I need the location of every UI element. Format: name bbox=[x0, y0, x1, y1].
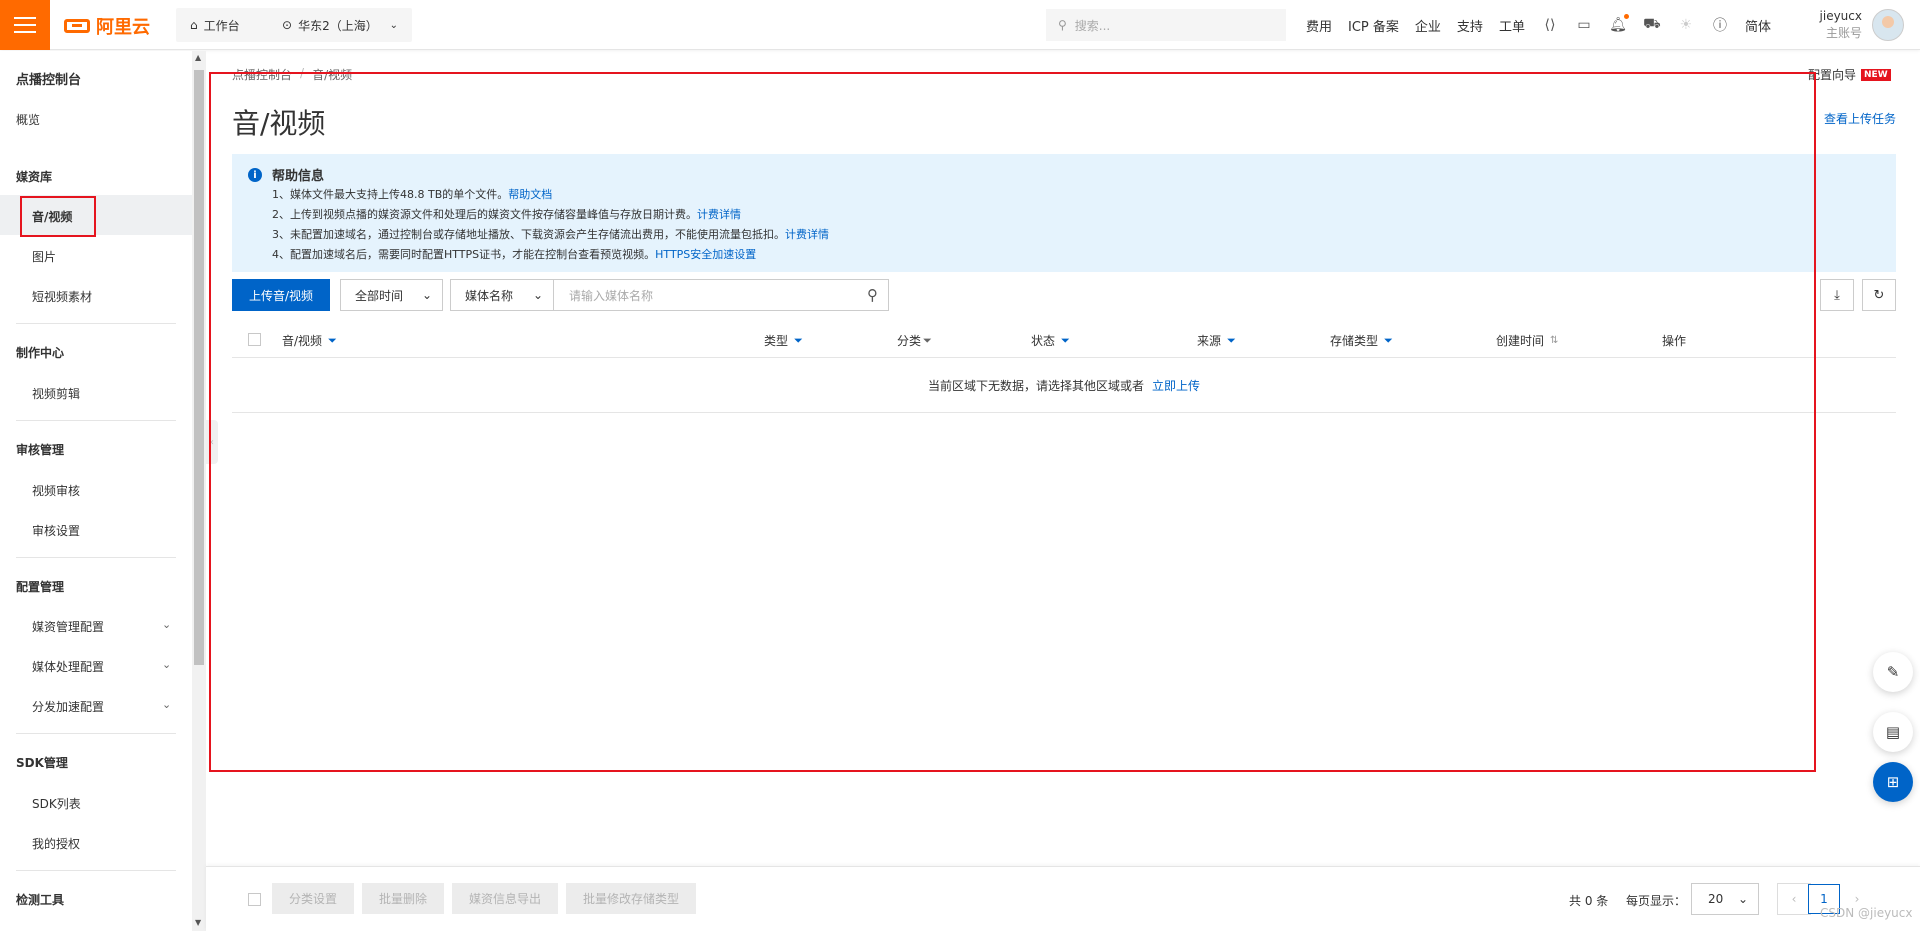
cart-icon[interactable]: ⛟ bbox=[1643, 16, 1661, 34]
user-role: 主账号 bbox=[1825, 26, 1862, 40]
batch-delete-button[interactable]: 批量删除 bbox=[362, 883, 444, 914]
chevron-down-icon[interactable]: ⌄ bbox=[162, 658, 172, 671]
per-page-label: 每页显示： bbox=[1626, 894, 1687, 908]
sidebar-section-production: 制作中心 bbox=[16, 346, 65, 360]
global-search-input[interactable]: ⚲ 搜索... bbox=[1046, 9, 1286, 41]
chat-icon[interactable]: ▤ bbox=[1873, 712, 1913, 752]
notification-dot bbox=[1623, 14, 1629, 19]
sidebar-item-processing-config[interactable]: 媒体处理配置 bbox=[32, 658, 104, 675]
sidebar-item-my-auth[interactable]: 我的授权 bbox=[32, 835, 80, 852]
scroll-up-icon[interactable]: ▲ bbox=[195, 53, 201, 62]
sidebar-scrollbar-thumb[interactable] bbox=[194, 70, 204, 665]
nav-link-enterprise[interactable]: 企业 bbox=[1415, 16, 1441, 35]
view-upload-tasks-link[interactable]: 查看上传任务 bbox=[1824, 110, 1896, 127]
workbench-button[interactable]: ⌂ 工作台 bbox=[176, 8, 274, 42]
nav-link-ticket[interactable]: 工单 bbox=[1499, 16, 1525, 35]
sidebar-section-tools: 检测工具 bbox=[16, 893, 65, 907]
nav-link-billing[interactable]: 费用 bbox=[1306, 16, 1332, 35]
search-icon: ⚲ bbox=[1058, 18, 1067, 32]
home-icon: ⌂ bbox=[190, 18, 198, 32]
sidebar-item-video-review[interactable]: 视频审核 bbox=[32, 482, 80, 499]
aliyun-logo[interactable]: 阿里云 bbox=[64, 13, 150, 39]
sidebar-divider bbox=[16, 420, 176, 421]
sidebar-item-media-config[interactable]: 媒资管理配置 bbox=[32, 618, 104, 635]
export-media-info-button[interactable]: 媒资信息导出 bbox=[452, 883, 558, 914]
sidebar-item-sdk-list[interactable]: SDK列表 bbox=[32, 795, 81, 812]
sidebar-section-review: 审核管理 bbox=[16, 443, 65, 457]
batch-change-storage-button[interactable]: 批量修改存储类型 bbox=[566, 883, 696, 914]
edit-icon[interactable]: ✎ bbox=[1873, 652, 1913, 692]
location-icon: ⊙ bbox=[282, 18, 293, 32]
top-nav-links: 费用 ICP 备案 企业 支持 工单 ⟨⟩ ▭ 🔔︎ ⛟ ☀ ⓘ 简体 bbox=[1306, 0, 1771, 50]
annotation-highlight-box bbox=[20, 196, 96, 237]
search-placeholder: 搜索... bbox=[1074, 18, 1111, 33]
sidebar-divider bbox=[16, 323, 176, 324]
sidebar-item-short-video[interactable]: 短视频素材 bbox=[32, 288, 92, 305]
refresh-icon[interactable]: ↻ bbox=[1862, 279, 1896, 311]
sidebar-item-cdn-config[interactable]: 分发加速配置 bbox=[32, 698, 104, 715]
sidebar-divider bbox=[16, 870, 176, 871]
terminal-icon[interactable]: ▭ bbox=[1575, 16, 1593, 34]
logo-mark-icon bbox=[64, 19, 90, 33]
user-info[interactable]: jieyucx 主账号 bbox=[1820, 8, 1862, 42]
new-badge: NEW bbox=[1861, 68, 1891, 81]
chevron-down-icon[interactable]: ⌄ bbox=[162, 698, 172, 711]
total-count: 共 0 条 bbox=[1569, 894, 1609, 908]
bell-icon[interactable]: 🔔︎ bbox=[1609, 14, 1629, 34]
language-switch[interactable]: 简体 bbox=[1745, 16, 1771, 35]
top-navigation-bar: 阿里云 ⌂ 工作台 ⊙ 华东2（上海） ⌄ ⚲ 搜索... 费用 ICP 备案 … bbox=[0, 0, 1920, 50]
chevron-down-icon[interactable]: ⌄ bbox=[162, 618, 172, 631]
avatar[interactable] bbox=[1872, 9, 1904, 41]
chevron-down-icon: ⌄ bbox=[389, 19, 398, 31]
annotation-highlight-box bbox=[209, 72, 1816, 772]
sidebar-item-video-edit[interactable]: 视频剪辑 bbox=[32, 385, 80, 402]
region-label: 华东2（上海） bbox=[298, 18, 378, 33]
logo-text: 阿里云 bbox=[96, 17, 150, 38]
download-icon[interactable]: ⤓ bbox=[1820, 279, 1854, 311]
chevron-down-icon: ⌄ bbox=[1737, 892, 1748, 906]
sidebar-section-config: 配置管理 bbox=[16, 580, 65, 594]
apps-icon[interactable]: ⊞ bbox=[1873, 762, 1913, 802]
per-page-select[interactable]: 20 ⌄ bbox=[1691, 883, 1759, 915]
user-name: jieyucx bbox=[1819, 9, 1862, 23]
sidebar-divider bbox=[16, 557, 176, 558]
prev-page-button[interactable]: ‹ bbox=[1777, 883, 1811, 915]
help-icon[interactable]: ⓘ bbox=[1711, 16, 1729, 34]
watermark: CSDN @jieyucx bbox=[1820, 906, 1913, 920]
bulb-icon[interactable]: ☀ bbox=[1677, 16, 1695, 34]
nav-link-support[interactable]: 支持 bbox=[1457, 16, 1483, 35]
workbench-label: 工作台 bbox=[203, 18, 240, 33]
region-selector[interactable]: ⊙ 华东2（上海） ⌄ bbox=[268, 8, 412, 42]
category-settings-button[interactable]: 分类设置 bbox=[272, 883, 354, 914]
scroll-down-icon[interactable]: ▼ bbox=[195, 918, 201, 927]
sidebar-section-sdk: SDK管理 bbox=[16, 756, 68, 770]
nav-link-icp[interactable]: ICP 备案 bbox=[1348, 16, 1399, 35]
config-guide-link[interactable]: 配置向导 NEW bbox=[1808, 66, 1891, 83]
sidebar-item-overview[interactable]: 概览 bbox=[16, 111, 40, 128]
per-page-value: 20 bbox=[1708, 892, 1724, 906]
code-icon[interactable]: ⟨⟩ bbox=[1541, 16, 1559, 34]
sidebar-divider bbox=[16, 733, 176, 734]
footer-select-all-checkbox[interactable] bbox=[248, 893, 261, 906]
sidebar-title: 点播控制台 bbox=[16, 73, 82, 88]
sidebar-item-review-settings[interactable]: 审核设置 bbox=[32, 522, 80, 539]
menu-icon[interactable] bbox=[0, 0, 50, 50]
sidebar-item-images[interactable]: 图片 bbox=[32, 248, 56, 265]
sidebar: 点播控制台 概览 媒资库 音/视频 图片 短视频素材 制作中心 视频剪辑 审核管… bbox=[0, 51, 192, 931]
sidebar-section-media: 媒资库 bbox=[16, 170, 53, 184]
